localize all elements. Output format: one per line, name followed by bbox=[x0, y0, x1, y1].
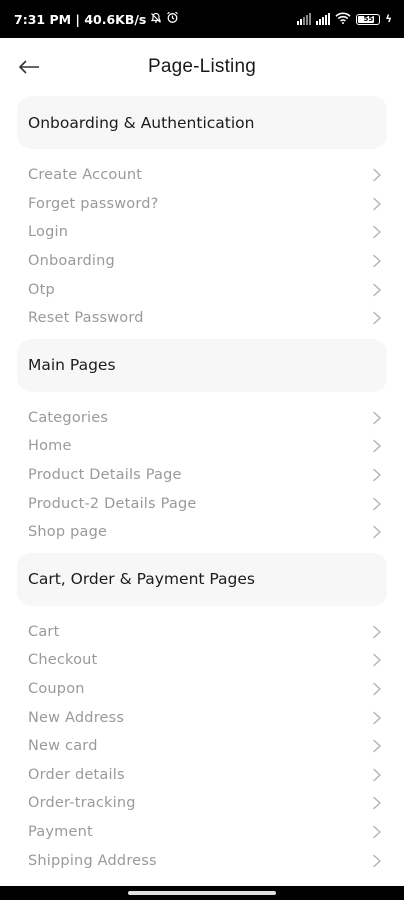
section-list: Categories Home Product Details Page Produc… bbox=[17, 392, 387, 553]
list-item-label: Reset Password bbox=[28, 310, 144, 327]
back-button[interactable] bbox=[14, 53, 44, 83]
list-item[interactable]: Reset Password bbox=[17, 304, 387, 333]
chevron-right-icon bbox=[371, 825, 383, 839]
chevron-right-icon bbox=[371, 197, 383, 211]
list-item[interactable]: Checkout bbox=[17, 646, 387, 675]
chevron-right-icon bbox=[371, 768, 383, 782]
list-item[interactable]: Shop page bbox=[17, 518, 387, 547]
screen: Page-Listing Onboarding & Authentication… bbox=[0, 38, 404, 886]
navigation-bar bbox=[0, 886, 404, 900]
page-title: Page-Listing bbox=[147, 56, 257, 77]
list-item[interactable]: Product Details Page bbox=[17, 461, 387, 490]
section-header: Main Pages bbox=[17, 338, 387, 392]
signal-icon bbox=[297, 13, 312, 25]
list-item[interactable]: Payment bbox=[17, 818, 387, 847]
list-item-label: Categories bbox=[28, 409, 109, 426]
list-item-label: New Address bbox=[28, 709, 125, 726]
list-item-label: Order details bbox=[28, 766, 125, 783]
chevron-right-icon bbox=[371, 254, 383, 268]
chevron-right-icon bbox=[371, 711, 383, 725]
signal-icon-2 bbox=[316, 13, 331, 25]
list-item[interactable]: New card bbox=[17, 732, 387, 761]
list-item[interactable]: Categories bbox=[17, 404, 387, 433]
list-item[interactable]: Cart bbox=[17, 618, 387, 647]
list-item-label: Shop page bbox=[28, 524, 108, 541]
list-item-label: Forget password? bbox=[28, 195, 159, 212]
list-item[interactable]: Login bbox=[17, 218, 387, 247]
bell-off-icon bbox=[150, 12, 162, 27]
list-item-label: Coupon bbox=[28, 681, 85, 698]
chevron-right-icon bbox=[371, 439, 383, 453]
list-item-label: Order-tracking bbox=[28, 795, 136, 812]
chevron-right-icon bbox=[371, 283, 383, 297]
list-item-label: Shipping Address bbox=[28, 852, 157, 869]
charging-icon: ϟ bbox=[385, 13, 392, 25]
chevron-right-icon bbox=[371, 411, 383, 425]
list-item-label: Product-2 Details Page bbox=[28, 495, 197, 512]
list-item[interactable]: Create Account bbox=[17, 161, 387, 190]
list-item-label: Create Account bbox=[28, 167, 143, 184]
list-item-label: Payment bbox=[28, 823, 93, 840]
list-item[interactable]: Onboarding bbox=[17, 247, 387, 276]
chevron-right-icon bbox=[371, 653, 383, 667]
chevron-right-icon bbox=[371, 168, 383, 182]
list-item-label: New card bbox=[28, 738, 98, 755]
chevron-right-icon bbox=[371, 854, 383, 868]
status-time-info: 7:31 PM | 40.6KB/s bbox=[14, 11, 147, 27]
status-bar: 7:31 PM | 40.6KB/s 55 ϟ bbox=[0, 0, 404, 38]
list-item-label: Onboarding bbox=[28, 253, 115, 270]
chevron-right-icon bbox=[371, 682, 383, 696]
chevron-right-icon bbox=[371, 525, 383, 539]
alarm-icon bbox=[166, 11, 179, 27]
status-right: 55 ϟ bbox=[297, 12, 392, 27]
chevron-right-icon bbox=[371, 739, 383, 753]
section-list: Cart Checkout Coupon New Address New card Ord… bbox=[17, 606, 387, 881]
status-left: 7:31 PM | 40.6KB/s bbox=[14, 11, 179, 27]
chevron-right-icon bbox=[371, 497, 383, 511]
arrow-left-icon bbox=[18, 59, 40, 78]
section-header: Onboarding & Authentication bbox=[17, 96, 387, 149]
list-item-label: Login bbox=[28, 224, 69, 241]
chevron-right-icon bbox=[371, 625, 383, 639]
battery-icon: 55 bbox=[356, 13, 381, 25]
list-item[interactable]: New Address bbox=[17, 703, 387, 732]
page-list: Onboarding & Authentication Create Accoun… bbox=[0, 96, 404, 881]
list-item-label: Otp bbox=[28, 281, 55, 298]
list-item[interactable]: Product-2 Details Page bbox=[17, 489, 387, 518]
app-header: Page-Listing bbox=[0, 38, 404, 96]
list-item[interactable]: Home bbox=[17, 432, 387, 461]
chevron-right-icon bbox=[371, 225, 383, 239]
chevron-right-icon bbox=[371, 468, 383, 482]
wifi-icon bbox=[335, 12, 351, 27]
section-list: Create Account Forget password? Login Onboa… bbox=[17, 149, 387, 339]
list-item-label: Checkout bbox=[28, 652, 98, 669]
chevron-right-icon bbox=[371, 796, 383, 810]
section-header: Cart, Order & Payment Pages bbox=[17, 552, 387, 606]
list-item[interactable]: Shipping Address bbox=[17, 846, 387, 875]
list-item-label: Product Details Page bbox=[28, 467, 182, 484]
list-item[interactable]: Otp bbox=[17, 275, 387, 304]
chevron-right-icon bbox=[371, 311, 383, 325]
battery-level: 55 bbox=[363, 15, 374, 23]
list-item-label: Cart bbox=[28, 623, 60, 640]
list-item-label: Home bbox=[28, 438, 72, 455]
list-item[interactable]: Coupon bbox=[17, 675, 387, 704]
list-item[interactable]: Forget password? bbox=[17, 190, 387, 219]
list-item[interactable]: Order details bbox=[17, 761, 387, 790]
home-indicator[interactable] bbox=[128, 891, 276, 895]
list-item[interactable]: Order-tracking bbox=[17, 789, 387, 818]
